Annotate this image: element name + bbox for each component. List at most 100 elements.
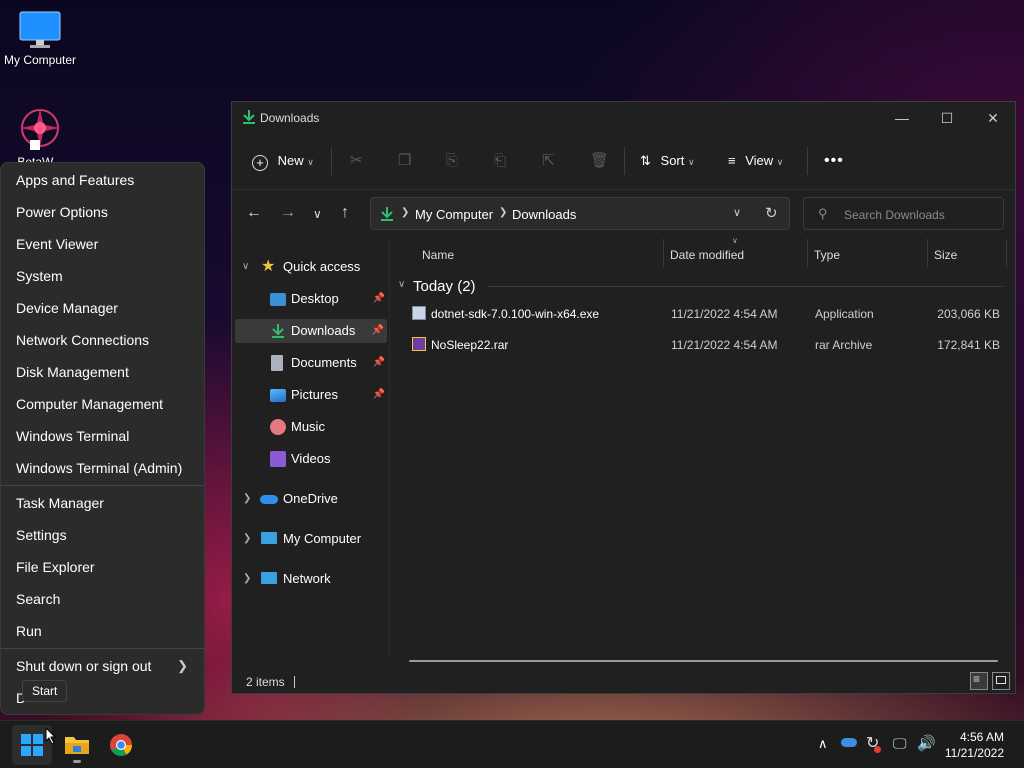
view-label: View: [745, 153, 774, 168]
menu-item-search[interactable]: Search: [1, 583, 204, 615]
column-header-date[interactable]: Date modified: [670, 241, 744, 269]
address-dropdown-icon[interactable]: ∨: [733, 206, 741, 219]
tiles-view-button[interactable]: [992, 672, 1010, 690]
onedrive-tray-icon[interactable]: [841, 738, 857, 747]
running-indicator: [73, 760, 81, 763]
column-divider: [927, 239, 928, 267]
file-row[interactable]: NoSleep22.rar 11/21/2022 4:54 AM rar Arc…: [402, 330, 1002, 360]
pictures-icon: [270, 389, 286, 402]
show-hidden-icons-button[interactable]: ∧: [818, 736, 828, 752]
toolbar-divider: [807, 147, 808, 175]
minimize-button[interactable]: —: [879, 106, 925, 130]
forward-button[interactable]: →: [280, 204, 296, 222]
menu-item-shutdown[interactable]: Shut down or sign out ❯: [1, 650, 204, 682]
chevron-up-icon: ∧: [818, 736, 828, 751]
menu-item-power-options[interactable]: Power Options: [1, 196, 204, 228]
group-collapse-icon[interactable]: ∨: [398, 279, 405, 290]
up-button[interactable]: ↑: [341, 204, 349, 222]
volume-tray-icon[interactable]: 🔊: [917, 734, 936, 752]
pin-icon: 📌: [372, 293, 385, 304]
menu-item-settings[interactable]: Settings: [1, 519, 204, 551]
file-size: 172,841 KB: [937, 338, 1000, 352]
horizontal-scrollbar[interactable]: [409, 660, 998, 662]
nav-desktop[interactable]: Desktop 📌: [232, 287, 388, 311]
menu-item-task-manager[interactable]: Task Manager: [1, 487, 204, 519]
network-tray-icon[interactable]: 🖵: [893, 735, 907, 752]
column-header-size[interactable]: Size: [934, 241, 957, 269]
menu-item-windows-terminal[interactable]: Windows Terminal: [1, 420, 204, 452]
column-header-name[interactable]: Name: [422, 241, 454, 269]
menu-item-event-viewer[interactable]: Event Viewer: [1, 228, 204, 260]
chevron-down-icon: ∨: [307, 157, 314, 167]
toolbar-divider: [624, 147, 625, 175]
nav-downloads[interactable]: Downloads 📌: [235, 319, 387, 343]
nav-onedrive[interactable]: ❯ OneDrive: [232, 487, 388, 511]
file-row[interactable]: dotnet-sdk-7.0.100-win-x64.exe 11/21/202…: [402, 299, 1002, 329]
share-button[interactable]: ⇱: [542, 149, 555, 173]
windows-logo-icon: [21, 734, 43, 756]
menu-item-run[interactable]: Run: [1, 615, 204, 647]
music-icon: [270, 419, 286, 435]
close-button[interactable]: ✕: [970, 106, 1016, 130]
menu-item-computer-management[interactable]: Computer Management: [1, 388, 204, 420]
monitor-icon: [261, 532, 277, 544]
nav-label: Desktop: [291, 291, 339, 306]
nav-music[interactable]: Music: [232, 415, 388, 439]
status-divider: [294, 676, 295, 688]
menu-divider: [1, 485, 204, 486]
cloud-icon: [260, 495, 278, 504]
menu-item-file-explorer[interactable]: File Explorer: [1, 551, 204, 583]
chevron-right-icon: ❯: [243, 573, 252, 584]
nav-label: Pictures: [291, 387, 338, 402]
error-badge-icon: [874, 746, 881, 753]
search-icon: ⚲: [818, 206, 828, 221]
arrow-right-icon: →: [280, 204, 296, 221]
new-label: New: [277, 153, 304, 168]
menu-item-label: Shut down or sign out: [16, 658, 152, 674]
breadcrumb-downloads[interactable]: Downloads: [512, 207, 576, 222]
menu-item-system[interactable]: System: [1, 260, 204, 292]
start-context-menu: Apps and Features Power Options Event Vi…: [0, 162, 205, 715]
rename-button[interactable]: ⎗: [494, 149, 506, 173]
menu-item-device-manager[interactable]: Device Manager: [1, 292, 204, 324]
group-header-today[interactable]: Today (2): [413, 278, 476, 295]
menu-item-disk-management[interactable]: Disk Management: [1, 356, 204, 388]
menu-item-windows-terminal-admin[interactable]: Windows Terminal (Admin): [1, 452, 204, 484]
copy-button[interactable]: ❐: [398, 149, 411, 173]
paste-button[interactable]: ⎘: [446, 149, 458, 173]
more-options-button[interactable]: •••: [824, 149, 844, 173]
new-button[interactable]: + New ∨: [252, 149, 314, 173]
nav-documents[interactable]: Documents 📌: [232, 351, 388, 375]
back-button[interactable]: ←: [246, 204, 262, 222]
sort-icon: ⇅: [640, 153, 651, 168]
refresh-icon[interactable]: ↻: [765, 204, 778, 222]
file-explorer-window: Downloads — ☐ ✕ + New ∨ ✂ ❐ ⎘ ⎗ ⇱ 🗑 ⇅ So…: [231, 101, 1016, 694]
nav-network[interactable]: ❯ Network: [232, 567, 388, 591]
menu-item-apps-features[interactable]: Apps and Features: [1, 164, 204, 196]
desktop-folder-icon: [270, 293, 286, 306]
system-clock[interactable]: 4:56 AM 11/21/2022: [945, 729, 1004, 761]
nav-my-computer[interactable]: ❯ My Computer: [232, 527, 388, 551]
breadcrumb-my-computer[interactable]: My Computer: [415, 207, 493, 222]
taskbar-chrome[interactable]: [106, 729, 138, 761]
recent-locations-button[interactable]: ∨: [313, 207, 322, 221]
details-view-button[interactable]: ≡: [970, 672, 988, 690]
sort-button[interactable]: ⇅ Sort ∨: [640, 149, 695, 173]
desktop-icon-my-computer[interactable]: My Computer: [0, 10, 80, 67]
address-bar[interactable]: ❯ My Computer ❯ Downloads ∨ ↻: [370, 197, 790, 230]
cut-button[interactable]: ✂: [350, 149, 363, 173]
column-header-type[interactable]: Type: [814, 241, 840, 269]
desktop-icon-beta[interactable]: BetaW...: [0, 104, 80, 169]
maximize-button[interactable]: ☐: [924, 106, 970, 130]
nav-label: Music: [291, 419, 325, 434]
search-box[interactable]: ⚲ Search Downloads: [803, 197, 1004, 230]
nav-videos[interactable]: Videos: [232, 447, 388, 471]
delete-button[interactable]: 🗑: [590, 149, 609, 173]
menu-item-network-connections[interactable]: Network Connections: [1, 324, 204, 356]
column-divider: [807, 239, 808, 267]
copy-icon: ❐: [398, 152, 412, 169]
nav-quick-access[interactable]: ∨ ★ Quick access: [232, 255, 388, 279]
view-button[interactable]: ≡ View ∨: [728, 149, 783, 173]
taskbar-file-explorer[interactable]: [61, 729, 93, 763]
nav-pictures[interactable]: Pictures 📌: [232, 383, 388, 407]
